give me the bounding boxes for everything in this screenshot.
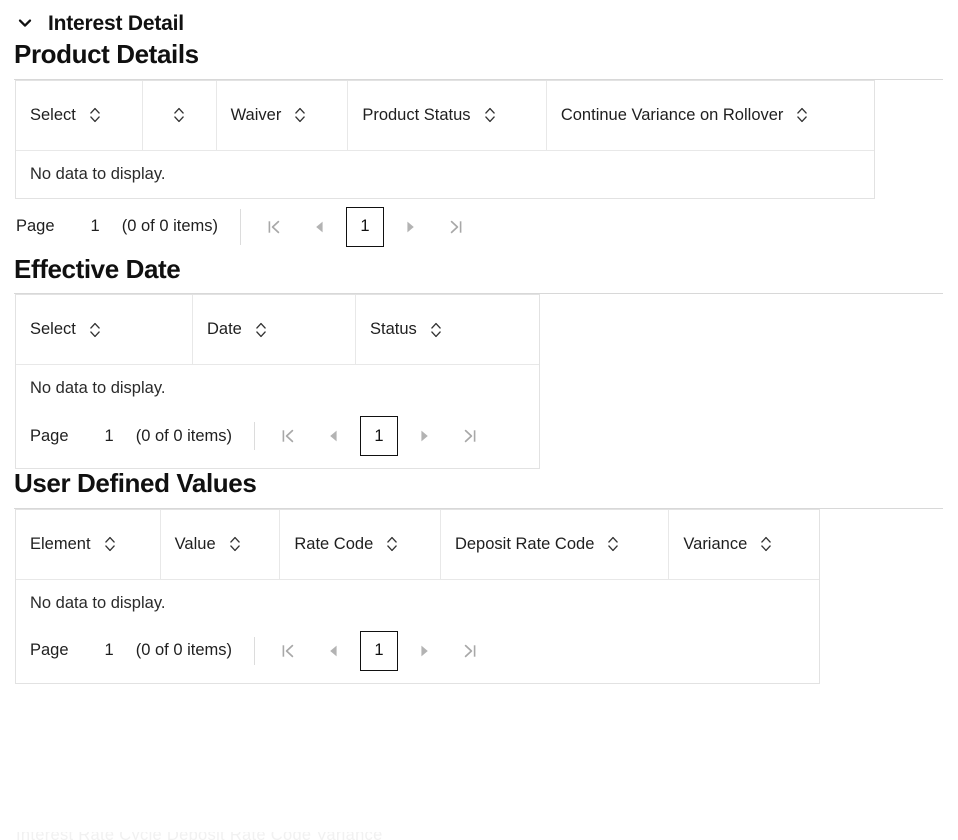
column-header[interactable]: Select [16,295,193,364]
next-page-button[interactable] [387,207,433,247]
column-header[interactable]: Select [16,81,143,150]
column-header-label: Waiver [231,106,282,125]
sort-toggle-icon[interactable] [484,107,496,123]
column-header-label: Continue Variance on Rollover [561,106,784,125]
column-header[interactable]: Deposit Rate Code [441,510,669,579]
last-page-button[interactable] [447,631,493,671]
next-page-button[interactable] [401,416,447,456]
column-header-label: Product Status [362,106,470,125]
column-header-label: Value [175,535,216,554]
sections-container: Product Details Select Waiver Product Statu… [0,40,958,684]
section: User Defined Values Element Value Rate Code… [0,469,958,684]
sort-toggle-icon[interactable] [173,107,185,123]
grid-header-row: Element Value Rate Code Deposit Rate Code Va… [16,509,819,579]
pagination-buttons: 1 [265,416,493,456]
empty-state-message: No data to display. [16,365,539,412]
pagination-page-label: Page [16,217,55,236]
pagination-buttons: 1 [251,207,479,247]
sort-toggle-icon[interactable] [104,536,116,552]
column-header-label: Element [30,535,91,554]
page-root: Interest Detail Product Details Select Wai… [0,0,958,840]
data-grid: Select Waiver Product Status Continue Varia… [15,80,875,199]
pagination-page-value: 1 [91,217,100,236]
pagination-divider [240,209,241,245]
column-header[interactable]: Rate Code [280,510,441,579]
data-grid: Select Date Status No data to display. Page 1… [15,294,540,469]
pagination-bar: Page 1 (0 of 0 items) 1 [16,412,539,468]
section: Effective Date Select Date Status No data to… [0,255,958,470]
grid-header-row: Select Waiver Product Status Continue Varia… [16,80,874,150]
last-page-button[interactable] [433,207,479,247]
previous-page-button[interactable] [311,631,357,671]
grid-body: No data to display. Page 1 (0 of 0 items) 1 [16,579,819,683]
current-page-box[interactable]: 1 [360,631,398,671]
sort-toggle-icon[interactable] [607,536,619,552]
column-header-label: Deposit Rate Code [455,535,594,554]
pagination-page-label: Page [30,427,69,446]
pagination-divider [254,422,255,450]
pagination-page-value: 1 [105,641,114,660]
pagination-buttons: 1 [265,631,493,671]
column-header[interactable]: Element [16,510,161,579]
sort-toggle-icon[interactable] [89,107,101,123]
grid-body: No data to display. Page 1 (0 of 0 items) 1 [16,364,539,468]
column-header-label: Variance [683,535,747,554]
clipped-footer-text: Interest Rate Cycle Deposit Rate Code Va… [16,832,383,840]
column-header-label: Status [370,320,417,339]
empty-state-message: No data to display. [16,151,874,198]
clipped-footer-row: Interest Rate Cycle Deposit Rate Code Va… [0,832,958,840]
section: Product Details Select Waiver Product Statu… [0,40,958,255]
pagination-item-count: (0 of 0 items) [136,641,232,660]
pagination-item-count: (0 of 0 items) [122,217,218,236]
pagination-item-count: (0 of 0 items) [136,427,232,446]
sort-toggle-icon[interactable] [89,322,101,338]
column-header-label: Date [207,320,242,339]
first-page-button[interactable] [265,631,311,671]
first-page-button[interactable] [265,416,311,456]
column-header[interactable] [143,81,217,150]
sort-toggle-icon[interactable] [294,107,306,123]
pagination-page-label: Page [30,641,69,660]
section-title: Effective Date [0,255,958,284]
sort-toggle-icon[interactable] [386,536,398,552]
column-header[interactable]: Continue Variance on Rollover [547,81,874,150]
column-header[interactable]: Waiver [217,81,349,150]
column-header-label: Select [30,106,76,125]
column-header[interactable]: Value [161,510,281,579]
current-page-box[interactable]: 1 [360,416,398,456]
pagination-bar: Page 1 (0 of 0 items) 1 [0,199,958,255]
column-header[interactable]: Variance [669,510,819,579]
data-grid: Element Value Rate Code Deposit Rate Code Va… [15,509,820,684]
column-header-label: Rate Code [294,535,373,554]
column-header[interactable]: Status [356,295,539,364]
current-page-box[interactable]: 1 [346,207,384,247]
accordion-header-interest-detail[interactable]: Interest Detail [0,0,958,40]
sort-toggle-icon[interactable] [430,322,442,338]
pagination-page-value: 1 [105,427,114,446]
first-page-button[interactable] [251,207,297,247]
column-header-label: Select [30,320,76,339]
accordion-title: Interest Detail [48,13,184,34]
last-page-button[interactable] [447,416,493,456]
column-header[interactable]: Product Status [348,81,547,150]
empty-state-message: No data to display. [16,580,819,627]
pagination-bar: Page 1 (0 of 0 items) 1 [16,627,819,683]
previous-page-button[interactable] [311,416,357,456]
grid-body: No data to display. [16,150,874,198]
section-title: User Defined Values [0,469,958,498]
next-page-button[interactable] [401,631,447,671]
chevron-down-icon[interactable] [16,14,34,32]
previous-page-button[interactable] [297,207,343,247]
section-title: Product Details [0,40,958,69]
grid-header-row: Select Date Status [16,294,539,364]
column-header[interactable]: Date [193,295,356,364]
sort-toggle-icon[interactable] [760,536,772,552]
sort-toggle-icon[interactable] [255,322,267,338]
sort-toggle-icon[interactable] [796,107,808,123]
pagination-divider [254,637,255,665]
sort-toggle-icon[interactable] [229,536,241,552]
